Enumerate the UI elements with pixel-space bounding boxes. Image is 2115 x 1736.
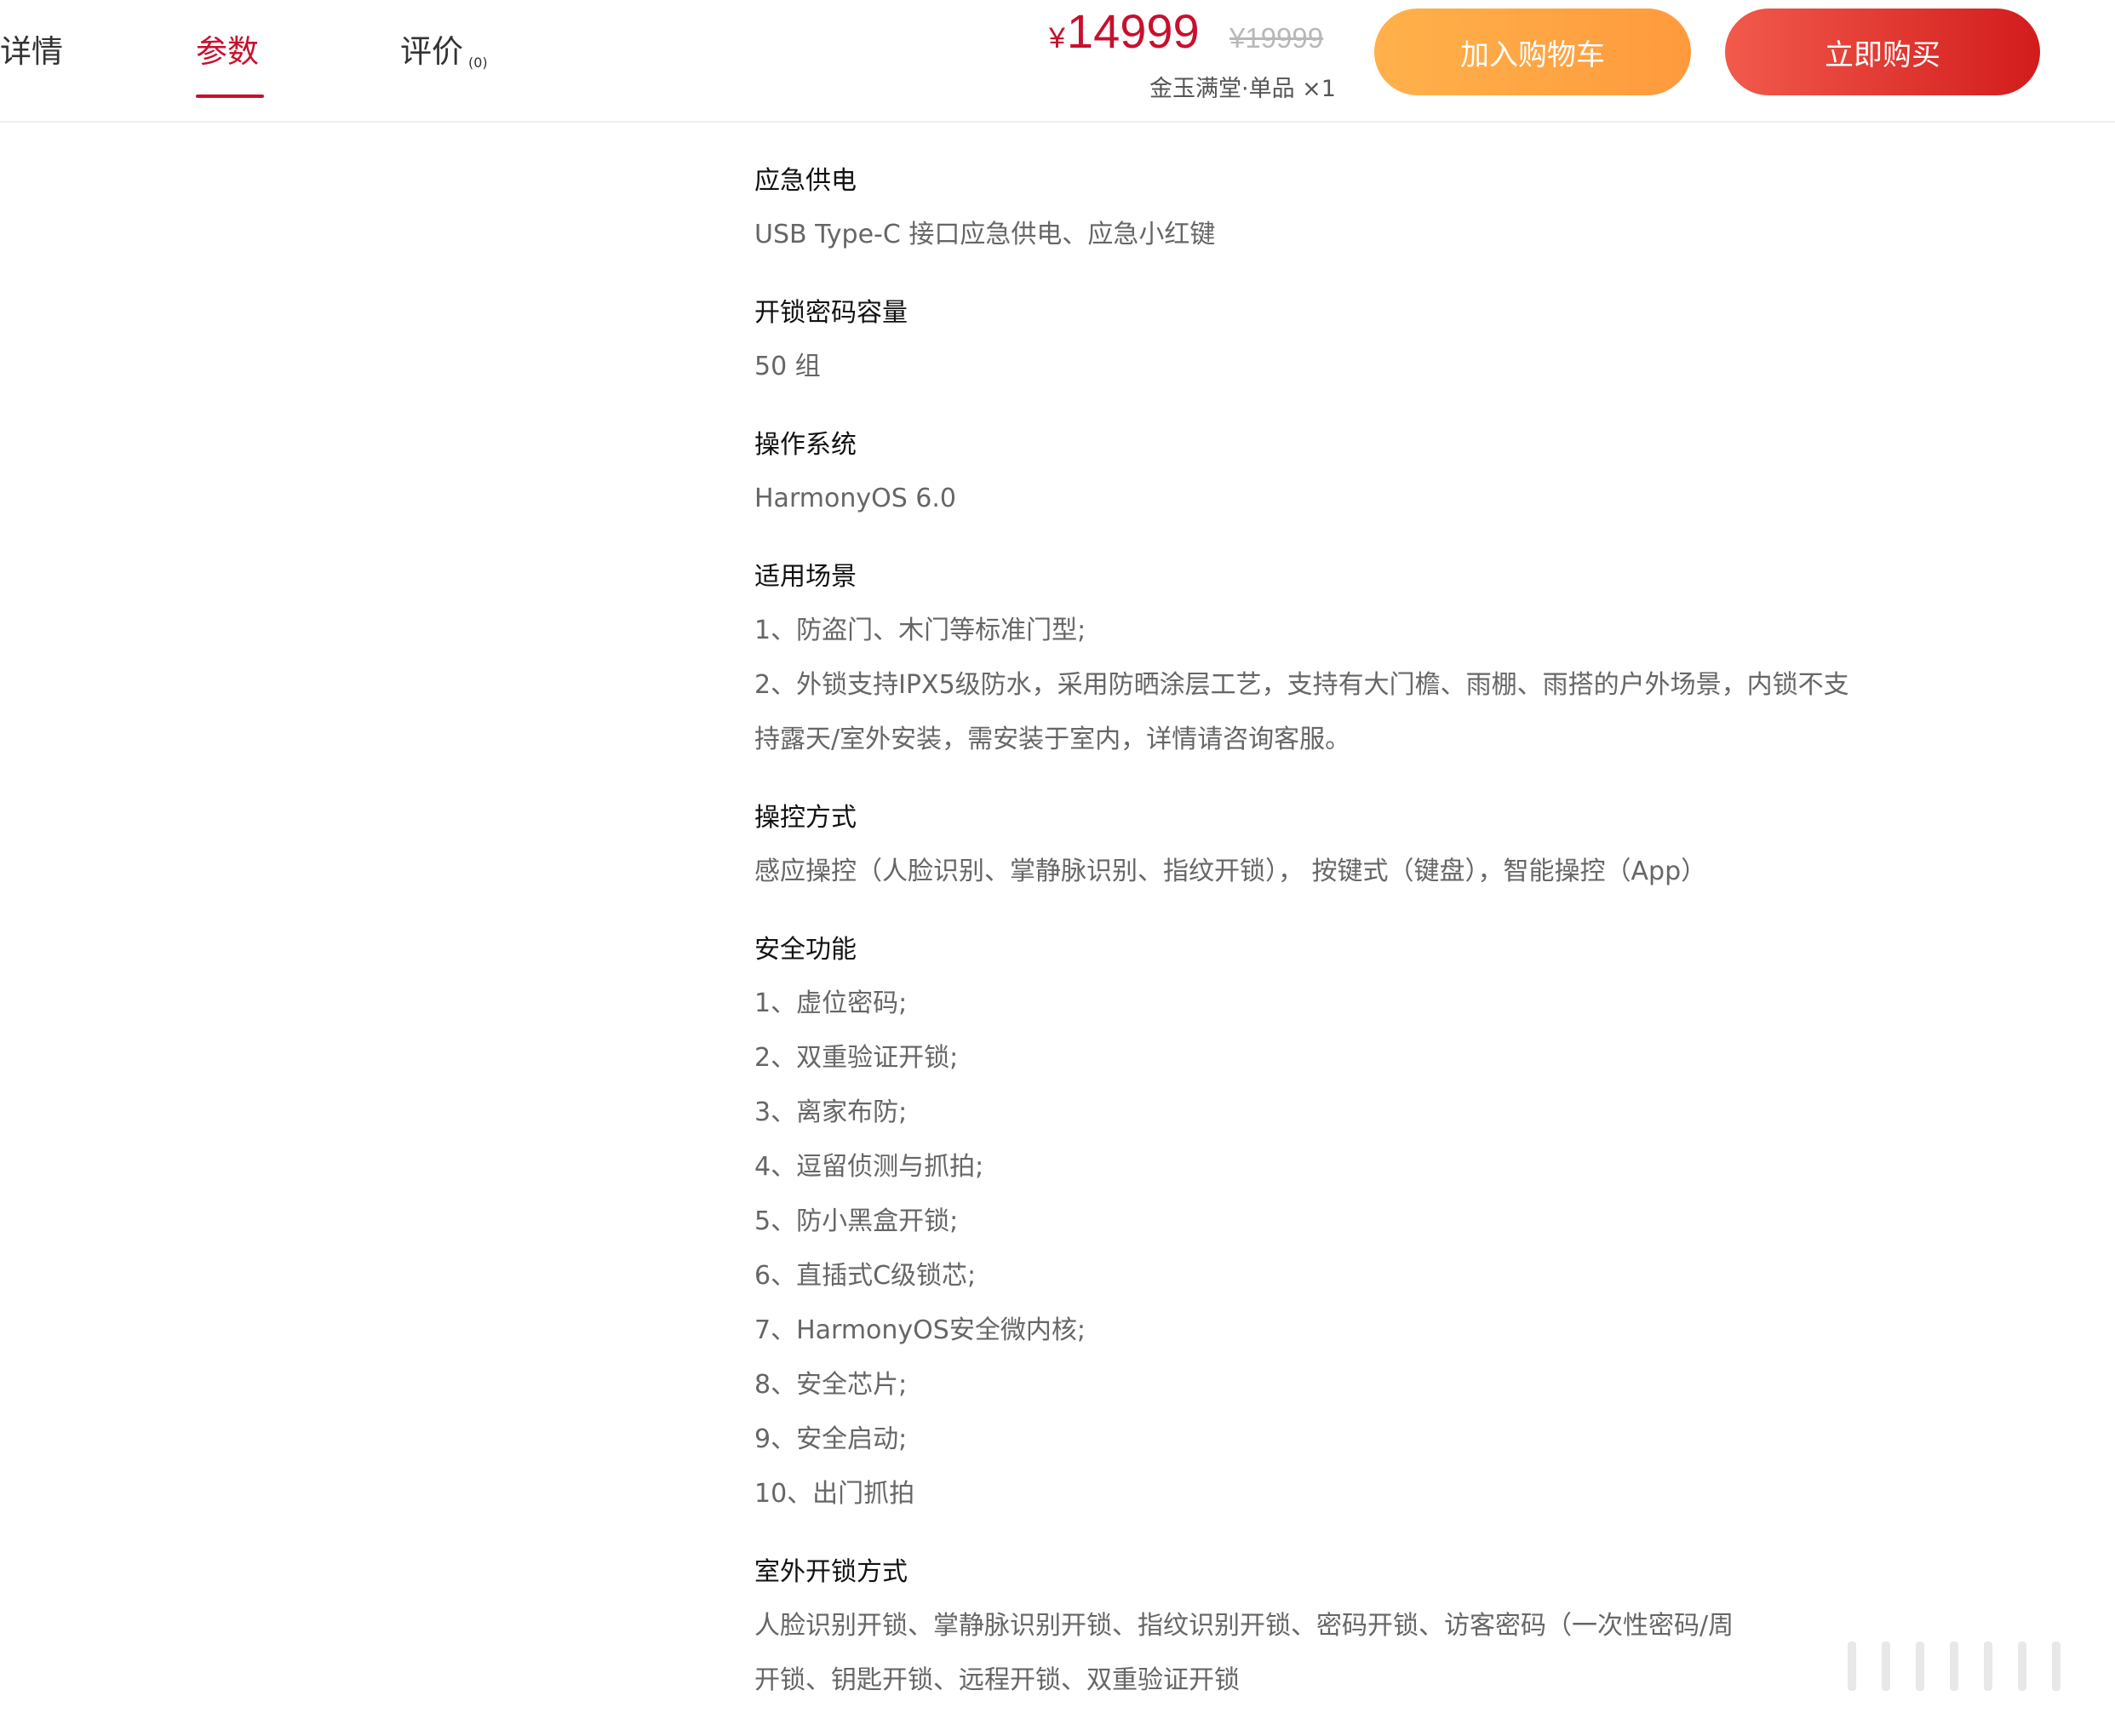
spec-item: 操作系统 HarmonyOS 6.0 [754, 422, 1946, 526]
spec-value: USB Type-C 接口应急供电、应急小红键 [754, 220, 1216, 249]
buy-now-button[interactable]: 立即购买 [1725, 9, 2040, 95]
spec-value: 7、HarmonyOS安全微内核; [754, 1315, 1086, 1345]
spec-value: 10、出门抓拍 [754, 1479, 915, 1509]
spec-title: 适用场景 [754, 562, 857, 592]
spec-item: 安全功能 1、虚位密码; 2、双重验证开锁; 3、离家布防; 4、逗留侦测与抓拍; 5、防… [754, 927, 1946, 1521]
tab-reviews[interactable]: 评价 (0) [400, 26, 488, 72]
spec-value: 8、安全芯片; [754, 1370, 908, 1400]
spec-value: 50 组 [754, 352, 821, 381]
spec-value: 9、安全启动; [754, 1424, 908, 1454]
add-to-cart-button[interactable]: 加入购物车 [1374, 9, 1691, 95]
tab-details[interactable]: 详情 [0, 26, 63, 72]
spec-item: 应急供电 USB Type-C 接口应急供电、应急小红键 [754, 158, 1946, 262]
spec-list: 应急供电 USB Type-C 接口应急供电、应急小红键 开锁密码容量 50 组操作系… [754, 158, 1946, 1736]
spec-title: 室外开锁方式 [754, 1557, 908, 1587]
product-action-bar: 详情 参数 评价 (0) ¥14999 ¥19999 金玉满堂·单品 ×1 加入购… [0, 0, 2115, 123]
current-price-value: 14999 [1066, 4, 1200, 58]
spec-value: 开锁、钥匙开锁、远程开锁、双重验证开锁 [754, 1665, 1240, 1695]
original-price: ¥19999 [1229, 22, 1324, 54]
spec-title: 操控方式 [754, 803, 857, 833]
spec-item: 开锁密码容量 50 组 [754, 290, 1946, 394]
tab-reviews-label: 评价 [400, 33, 463, 70]
spec-title: 安全功能 [754, 935, 857, 965]
selected-variant: 金玉满堂·单品 ×1 [1149, 76, 1336, 102]
spec-value: 人脸识别开锁、掌静脉识别开锁、指纹识别开锁、密码开锁、访客密码（一次性密码/周 [754, 1611, 1734, 1641]
spec-item: 室外开锁方式人脸识别开锁、掌静脉识别开锁、指纹识别开锁、密码开锁、访客密码（一次… [754, 1550, 1946, 1708]
spec-value: 4、逗留侦测与抓拍; [754, 1152, 984, 1182]
spec-item: 操控方式感应操控（人脸识别、掌静脉识别、指纹开锁）， 按键式（键盘），智能操控（… [754, 795, 1946, 899]
spec-value: HarmonyOS 6.0 [754, 484, 956, 513]
spec-value: 2、双重验证开锁; [754, 1043, 959, 1073]
spec-value: 2、外锁支持IPX5级防水，采用防晒涂层工艺，支持有大门檐、雨棚、雨搭的户外场景… [754, 670, 1849, 700]
spec-value: 3、离家布防; [754, 1097, 908, 1127]
spec-title: 开锁密码容量 [754, 298, 908, 328]
spec-value: 持露天/室外安装，需安装于室内，详情请咨询客服。 [754, 725, 1351, 754]
spec-value: 6、直插式C级锁芯; [754, 1261, 977, 1291]
spec-title: 应急供电 [754, 166, 857, 196]
scroll-indicator [1814, 1633, 2095, 1693]
currency-symbol: ¥ [1049, 22, 1065, 54]
current-price: ¥14999 [1049, 3, 1200, 59]
spec-title: 操作系统 [754, 430, 857, 460]
spec-item: 适用场景 1、防盗门、木门等标准门型; 2、外锁支持IPX5级防水，采用防晒涂层工艺… [754, 554, 1946, 767]
tab-specs-label: 参数 [196, 33, 259, 70]
active-tab-indicator [196, 95, 264, 98]
spec-value: 感应操控（人脸识别、掌静脉识别、指纹开锁）， 按键式（键盘），智能操控（App） [754, 857, 1707, 886]
review-count: (0) [468, 54, 488, 71]
spec-value: 1、虚位密码; [754, 988, 908, 1018]
spec-value: 5、防小黑盒开锁; [754, 1206, 959, 1236]
tab-details-label: 详情 [0, 33, 63, 70]
spec-value: 1、防盗门、木门等标准门型; [754, 616, 1086, 645]
tab-specs[interactable]: 参数 [196, 26, 259, 72]
